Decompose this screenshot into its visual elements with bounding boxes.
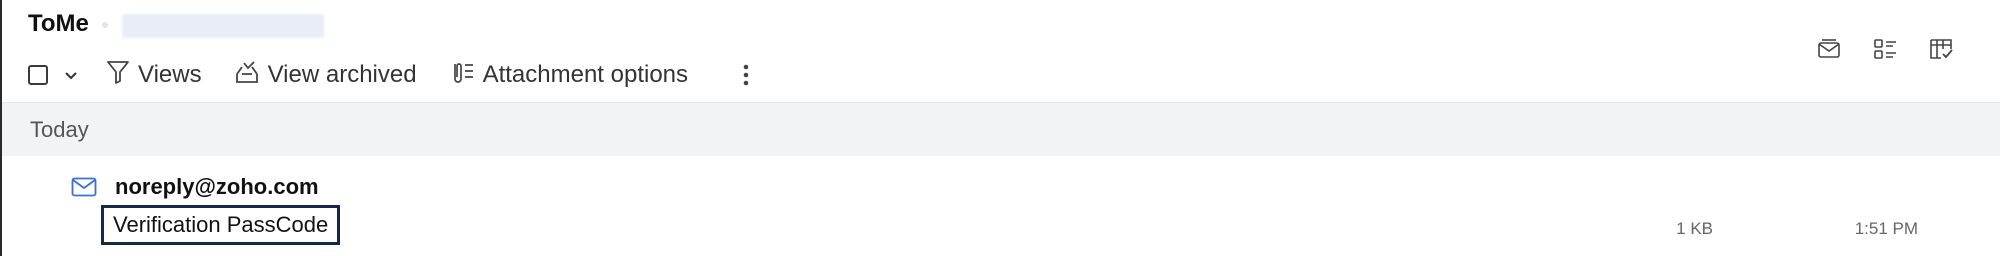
select-all-checkbox[interactable]: [28, 65, 48, 85]
select-options-chevron-icon[interactable]: [64, 70, 78, 80]
view-mode-controls: [1816, 36, 1954, 62]
mail-list-item[interactable]: noreply@zoho.com Verification PassCode 1…: [2, 157, 2000, 256]
envelope-icon: [71, 177, 97, 202]
conversation-view-icon[interactable]: [1816, 36, 1842, 62]
mail-toolbar: Views View archived Attachment options: [28, 58, 756, 92]
archive-icon: [234, 59, 260, 92]
title-separator-dot: [102, 22, 108, 28]
list-view-icon[interactable]: [1872, 36, 1898, 62]
attachment-options-button[interactable]: Attachment options: [449, 59, 688, 92]
view-archived-label: View archived: [267, 61, 417, 88]
more-options-icon[interactable]: [736, 64, 756, 86]
mail-subject-text: Verification PassCode: [113, 212, 329, 237]
views-label: Views: [138, 61, 202, 88]
views-button[interactable]: Views: [106, 59, 202, 92]
redacted-title-detail: [122, 14, 324, 38]
date-group-label: Today: [30, 116, 89, 142]
mail-subject[interactable]: Verification PassCode: [101, 205, 341, 245]
attachment-list-icon: [449, 59, 475, 92]
column-settings-icon[interactable]: [1928, 36, 1954, 62]
filter-icon: [106, 59, 130, 92]
attachment-options-label: Attachment options: [482, 61, 689, 88]
mail-size: 1 KB: [1676, 219, 1713, 238]
date-group-header: Today: [2, 102, 2000, 156]
folder-title: ToMe: [28, 10, 89, 37]
mail-sender[interactable]: noreply@zoho.com: [115, 174, 319, 200]
mail-time: 1:51 PM: [1854, 219, 1918, 238]
view-archived-button[interactable]: View archived: [234, 59, 417, 92]
